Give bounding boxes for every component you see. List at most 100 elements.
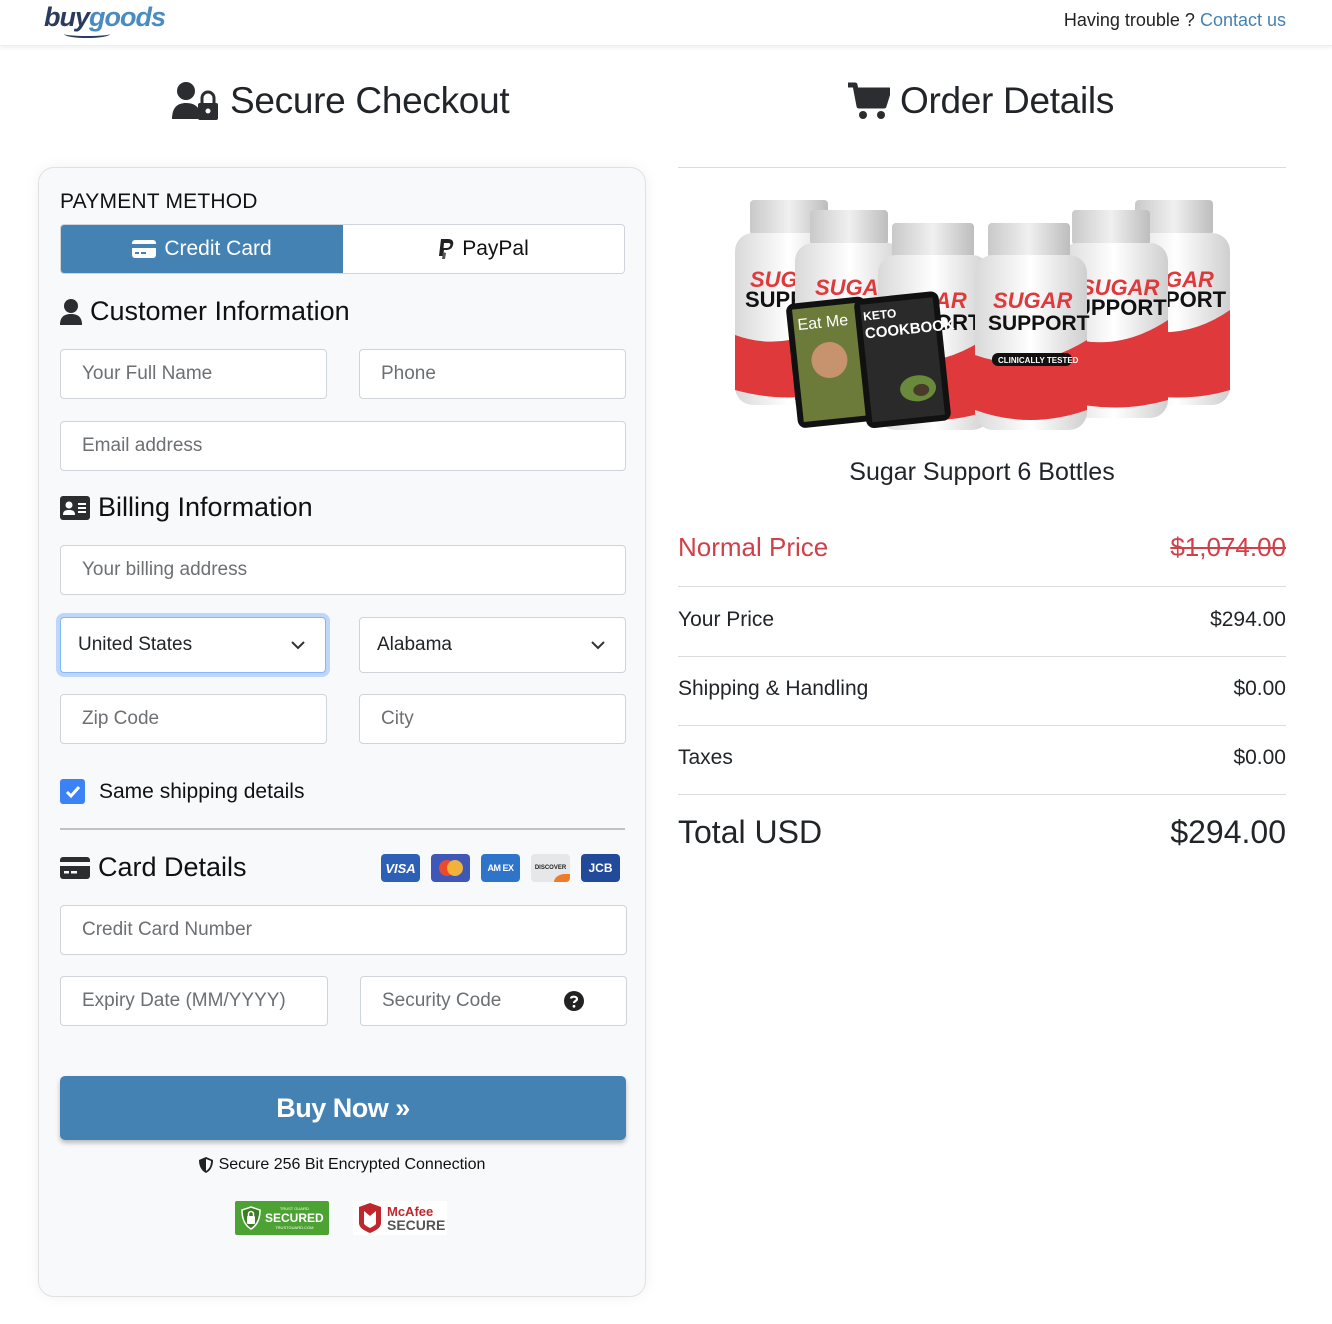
tab-credit-card[interactable]: Credit Card — [61, 225, 343, 273]
same-shipping-checkbox[interactable] — [60, 779, 85, 804]
your-price-value: $294.00 — [1210, 608, 1286, 631]
help-label: Having trouble ? — [1063, 10, 1200, 30]
user-lock-icon — [172, 82, 218, 120]
tab-credit-card-label: Credit Card — [164, 237, 272, 260]
accepted-cards: VISA AM EX DISCOVER JCB — [381, 854, 620, 882]
shield-icon — [198, 1157, 213, 1173]
mcafee-secure-text: SECURE — [387, 1216, 446, 1233]
total-value: $294.00 — [1170, 814, 1286, 850]
padlock-shield-icon — [241, 1206, 261, 1230]
price-divider — [678, 656, 1286, 657]
expiry-date-input[interactable] — [82, 990, 327, 1012]
city-input[interactable] — [381, 708, 625, 730]
svg-text:SUGAR: SUGAR — [993, 288, 1073, 313]
card-number-field[interactable] — [60, 905, 627, 955]
logo-smile-icon — [64, 30, 110, 38]
product-image: SUG SUPP GAR PORT SUGA SUGAR UPPORT AR O… — [735, 200, 1230, 430]
customer-information-heading: Customer Information — [60, 296, 350, 327]
question-circle-icon[interactable] — [564, 991, 584, 1011]
secure-connection-note: Secure 256 Bit Encrypted Connection — [39, 1156, 645, 1174]
taxes-row: Taxes $0.00 — [678, 746, 1286, 770]
discover-icon: DISCOVER — [531, 854, 570, 882]
total-row: Total USD $294.00 — [678, 814, 1286, 851]
chevron-down-icon — [591, 640, 605, 649]
payment-method-tabs: Credit Card PayPal — [60, 224, 625, 274]
your-price-row: Your Price $294.00 — [678, 608, 1286, 632]
checkmark-icon — [65, 785, 80, 798]
product-name: Sugar Support 6 Bottles — [849, 458, 1115, 486]
full-name-input[interactable] — [82, 363, 326, 385]
price-divider — [678, 794, 1286, 795]
trust-guard-badge: TRUST GUARD SECURED TRUSTGUARD.COM — [235, 1201, 329, 1235]
tab-paypal-label: PayPal — [462, 237, 529, 260]
zip-code-field[interactable] — [60, 694, 327, 744]
shopping-cart-icon — [848, 82, 890, 119]
shipping-label: Shipping & Handling — [678, 677, 869, 700]
email-input[interactable] — [82, 435, 625, 457]
normal-price-value: $1,074.00 — [1170, 532, 1286, 562]
billing-address-field[interactable] — [60, 545, 626, 595]
normal-price-label: Normal Price — [678, 532, 829, 562]
top-bar: buygoods Having trouble ? Contact us — [0, 0, 1332, 46]
svg-text:PORT: PORT — [1165, 287, 1227, 312]
billing-address-input[interactable] — [82, 559, 625, 581]
secure-connection-text: Secure 256 Bit Encrypted Connection — [218, 1156, 486, 1173]
help-text: Having trouble ? Contact us — [1064, 10, 1286, 31]
shipping-row: Shipping & Handling $0.00 — [678, 677, 1286, 701]
card-details-heading: Card Details — [60, 852, 247, 883]
payment-method-label: PAYMENT METHOD — [60, 190, 258, 213]
phone-field[interactable] — [359, 349, 626, 399]
normal-price-row: Normal Price $1,074.00 — [678, 532, 1286, 563]
tab-paypal[interactable]: PayPal — [343, 225, 624, 273]
mcafee-shield-icon — [359, 1203, 381, 1233]
billing-information-heading: Billing Information — [60, 492, 313, 523]
mcafee-text: McAfee — [387, 1203, 434, 1219]
zip-code-input[interactable] — [82, 708, 326, 730]
state-select[interactable]: Alabama — [359, 617, 626, 673]
billing-information-title: Billing Information — [98, 492, 313, 522]
svg-text:SUGA: SUGA — [815, 275, 879, 300]
full-name-field[interactable] — [60, 349, 327, 399]
checkout-form-card: PAYMENT METHOD Credit Card PayPal Custom… — [38, 167, 646, 1297]
buygoods-logo[interactable]: buygoods — [44, 2, 166, 33]
credit-card-icon — [60, 856, 90, 879]
taxes-value: $0.00 — [1233, 746, 1286, 769]
email-field[interactable] — [60, 421, 626, 471]
city-field[interactable] — [359, 694, 626, 744]
svg-text:SUPPORT: SUPPORT — [988, 312, 1090, 335]
paypal-icon — [439, 239, 454, 259]
buy-now-button[interactable]: Buy Now » — [60, 1076, 626, 1140]
trust-guard-text: SECURED — [265, 1211, 324, 1225]
expiry-date-field[interactable] — [60, 976, 328, 1026]
security-code-input[interactable] — [382, 990, 584, 1012]
total-label: Total USD — [678, 814, 823, 850]
order-details-heading: Order Details — [848, 80, 1114, 122]
order-divider-top — [678, 167, 1286, 168]
user-icon — [60, 298, 82, 325]
mastercard-icon — [431, 854, 470, 882]
svg-text:CLINICALLY TESTED: CLINICALLY TESTED — [998, 356, 1079, 365]
country-select-value: United States — [78, 634, 193, 655]
state-select-value: Alabama — [377, 634, 452, 655]
contact-us-link[interactable]: Contact us — [1200, 10, 1286, 30]
secure-checkout-heading: Secure Checkout — [172, 80, 510, 122]
amex-icon: AM EX — [481, 854, 520, 882]
logo-text-goods: goods — [89, 2, 166, 32]
security-code-field[interactable] — [360, 976, 627, 1026]
card-number-input[interactable] — [82, 919, 626, 941]
logo-text-buy: buy — [44, 2, 90, 32]
price-divider — [678, 725, 1286, 726]
country-select[interactable]: United States — [60, 617, 326, 673]
same-shipping-row[interactable]: Same shipping details — [60, 779, 304, 804]
taxes-label: Taxes — [678, 746, 733, 769]
chevron-down-icon — [291, 640, 305, 649]
same-shipping-label: Same shipping details — [99, 779, 305, 803]
shipping-value: $0.00 — [1233, 677, 1286, 700]
phone-input[interactable] — [381, 363, 625, 385]
address-card-icon — [60, 495, 90, 520]
customer-information-title: Customer Information — [90, 296, 350, 326]
secure-checkout-title: Secure Checkout — [230, 80, 510, 121]
section-divider — [60, 828, 625, 830]
mcafee-secure-badge: McAfee SECURE — [353, 1201, 447, 1235]
your-price-label: Your Price — [678, 608, 775, 631]
